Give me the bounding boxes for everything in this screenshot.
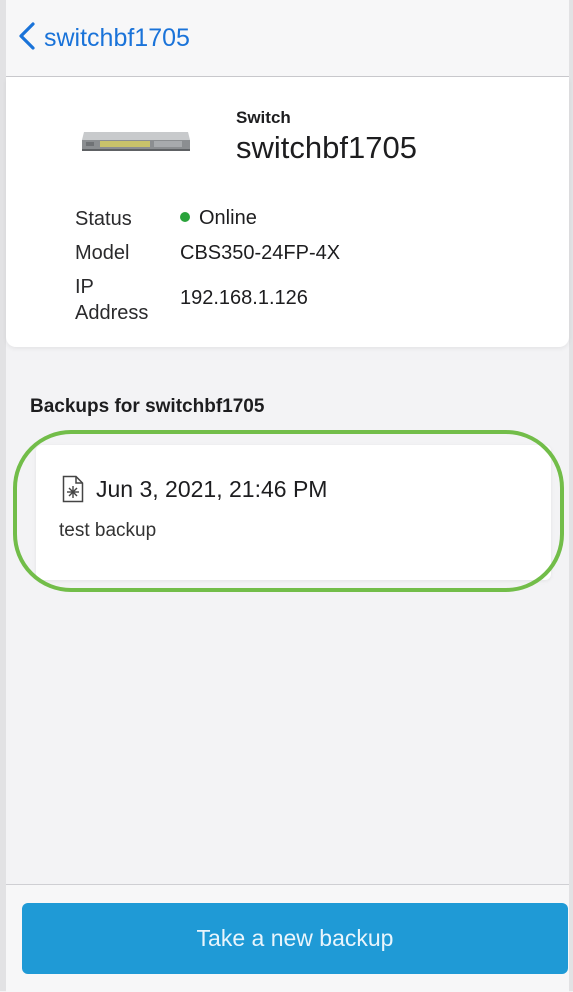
device-type-label: Switch [236, 108, 291, 127]
back-button[interactable]: switchbf1705 [16, 21, 190, 56]
model-label: Model [75, 242, 130, 264]
back-label: switchbf1705 [44, 23, 190, 52]
status-value: Online [180, 207, 257, 230]
backups-section-title: Backups for switchbf1705 [30, 396, 265, 417]
ip-label-line2: Address [75, 302, 149, 324]
ip-value: 192.168.1.126 [180, 287, 308, 309]
frame-right [569, 0, 573, 991]
status-online-icon [180, 211, 190, 222]
chevron-left-icon [16, 21, 38, 56]
config-file-icon [62, 475, 84, 508]
backup-date: Jun 3, 2021, 21:46 PM [96, 476, 328, 502]
status-label: Status [75, 208, 132, 230]
switch-image [80, 126, 192, 157]
backup-description: test backup [59, 520, 157, 541]
bottom-bar: Take a new backup [6, 884, 569, 992]
backup-list-item[interactable]: Jun 3, 2021, 21:46 PM test backup [36, 445, 551, 580]
navbar: switchbf1705 [6, 0, 569, 77]
take-new-backup-button[interactable]: Take a new backup [22, 903, 568, 974]
device-name: switchbf1705 [236, 130, 417, 165]
status-text: Online [199, 207, 257, 229]
ip-label-line1: IP [75, 276, 94, 298]
model-value: CBS350-24FP-4X [180, 242, 341, 264]
